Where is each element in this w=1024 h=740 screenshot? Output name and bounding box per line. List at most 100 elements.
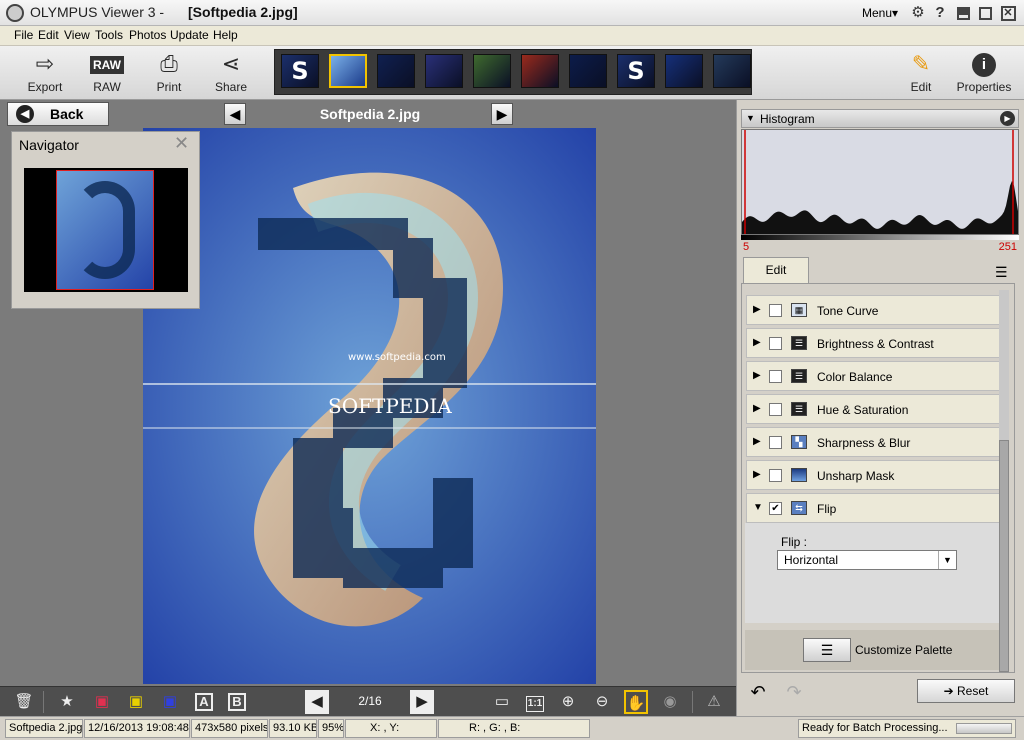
navigator-thumbnail[interactable] <box>24 168 188 292</box>
palette-scroll-thumb[interactable] <box>999 440 1009 672</box>
share-button[interactable]: ⋖ Share <box>206 48 256 98</box>
sharpness-checkbox[interactable] <box>769 436 782 449</box>
collapse-triangle-icon[interactable]: ▼ <box>753 502 763 513</box>
tag-blue-icon[interactable]: ▣ <box>158 690 182 714</box>
palette-row-brightness-contrast[interactable]: ▶ ☰ Brightness & Contrast <box>746 328 1000 358</box>
close-icon[interactable]: ✕ <box>998 3 1018 23</box>
next-page-button[interactable]: ▶ <box>410 690 434 714</box>
gear-icon[interactable]: ⚙ <box>908 3 928 23</box>
expand-triangle-icon[interactable]: ▶ <box>753 469 761 480</box>
expand-triangle-icon[interactable]: ▶ <box>753 337 761 348</box>
navigator-preview-shape <box>75 181 135 279</box>
menu-update[interactable]: Update <box>170 28 209 42</box>
next-image-button[interactable]: ▶ <box>491 103 513 125</box>
help-icon[interactable]: ? <box>930 3 950 23</box>
separator <box>43 691 44 713</box>
tone-curve-icon: ▦ <box>791 303 807 317</box>
menu-view[interactable]: View <box>64 28 90 42</box>
thumbnail-6[interactable] <box>521 54 559 88</box>
hue-icon: ☰ <box>791 402 807 416</box>
palette-row-hue-saturation[interactable]: ▶ ☰ Hue & Saturation <box>746 394 1000 424</box>
image-title: Softpedia 2.jpg <box>319 106 421 122</box>
tab-edit[interactable]: Edit <box>743 257 809 283</box>
menu-help[interactable]: Help <box>213 28 238 42</box>
status-coords: X: , Y: <box>345 719 437 738</box>
warning-icon[interactable]: ⚠ <box>702 690 726 714</box>
raw-button[interactable]: RAW RAW <box>82 48 132 98</box>
properties-button[interactable]: i Properties <box>954 48 1014 98</box>
expand-triangle-icon[interactable]: ▶ <box>753 370 761 381</box>
thumbnail-4[interactable] <box>425 54 463 88</box>
thumbnail-5[interactable] <box>473 54 511 88</box>
thumbnail-2[interactable] <box>329 54 367 88</box>
palette-row-sharpness-blur[interactable]: ▶ ▚ Sharpness & Blur <box>746 427 1000 457</box>
thumbnail-7[interactable] <box>569 54 607 88</box>
hand-tool-icon[interactable]: ✋ <box>624 690 648 714</box>
menu-file[interactable]: File <box>14 28 33 42</box>
collapse-triangle-icon[interactable]: ▼ <box>746 113 755 123</box>
zoom-in-icon[interactable]: ⊕ <box>556 690 580 714</box>
palette-row-unsharp-mask[interactable]: ▶ Unsharp Mask <box>746 460 1000 490</box>
navigator-viewport[interactable] <box>56 170 154 290</box>
status-bar: Softpedia 2.jpg 12/16/2013 19:08:48 473x… <box>0 716 1024 740</box>
thumbnail-10[interactable] <box>713 54 751 88</box>
previous-image-button[interactable]: ◀ <box>224 103 246 125</box>
palette-row-flip[interactable]: ▼ ✔ ⇆ Flip <box>746 493 1000 523</box>
palette-row-color-balance[interactable]: ▶ ☰ Color Balance <box>746 361 1000 391</box>
expand-triangle-icon[interactable]: ▶ <box>753 304 761 315</box>
reset-button[interactable]: ➔ Reset <box>917 679 1015 703</box>
bottom-toolbar: 🗑 ★ ▣ ▣ ▣ A B ◀ 2/16 ▶ ▭ 1:1 ⊕ ⊖ ✋ ◉ ⚠ <box>0 686 736 716</box>
print-button[interactable]: ⎙ Print <box>144 48 194 98</box>
menu-edit[interactable]: Edit <box>38 28 59 42</box>
eye-icon[interactable]: ◉ <box>658 690 682 714</box>
photo-url-text: www.softpedia.com <box>348 352 446 363</box>
trash-icon[interactable]: 🗑 <box>12 690 36 714</box>
export-button[interactable]: ⇨ Export <box>18 48 72 98</box>
play-icon[interactable]: ▶ <box>1000 111 1015 126</box>
previous-page-button[interactable]: ◀ <box>305 690 329 714</box>
navigator-close-icon[interactable]: ✕ <box>174 133 189 154</box>
back-arrow-icon: ◀ <box>16 105 34 123</box>
text-b-icon[interactable]: B <box>225 690 249 714</box>
text-a-icon[interactable]: A <box>192 690 216 714</box>
main-photo[interactable]: SOFTPEDIA www.softpedia.com <box>143 128 596 684</box>
color-balance-checkbox[interactable] <box>769 370 782 383</box>
flip-checkbox[interactable]: ✔ <box>769 502 782 515</box>
minimize-icon[interactable] <box>953 3 973 23</box>
fit-screen-icon[interactable]: ▭ <box>490 690 514 714</box>
status-filename: Softpedia 2.jpg <box>5 719 83 738</box>
thumbnail-3[interactable] <box>377 54 415 88</box>
expand-triangle-icon[interactable]: ▶ <box>753 403 761 414</box>
actual-size-icon[interactable]: 1:1 <box>523 690 547 714</box>
thumbnail-9[interactable] <box>665 54 703 88</box>
edit-button[interactable]: ✎ Edit <box>896 48 946 98</box>
tone-curve-checkbox[interactable] <box>769 304 782 317</box>
menu-photos[interactable]: Photos <box>129 28 166 42</box>
histogram-header[interactable]: ▼ Histogram ▶ <box>741 109 1019 128</box>
star-icon[interactable]: ★ <box>55 690 79 714</box>
expand-triangle-icon[interactable]: ▶ <box>753 436 761 447</box>
status-message: Ready for Batch Processing... <box>798 719 1016 738</box>
status-datetime: 12/16/2013 19:08:48 <box>84 719 190 738</box>
thumbnail-8[interactable]: S <box>617 54 655 88</box>
tag-yellow-icon[interactable]: ▣ <box>124 690 148 714</box>
menu-button[interactable]: Menu▾ <box>862 6 898 20</box>
hue-checkbox[interactable] <box>769 403 782 416</box>
redo-icon[interactable]: ↷ <box>783 681 805 703</box>
dropdown-arrow-icon[interactable]: ▼ <box>938 551 956 569</box>
tag-red-icon[interactable]: ▣ <box>90 690 114 714</box>
menu-tools[interactable]: Tools <box>95 28 123 42</box>
undo-icon[interactable]: ↶ <box>747 681 769 703</box>
app-name: OLYMPUS Viewer 3 - <box>30 4 165 20</box>
palette-row-tone-curve[interactable]: ▶ ▦ Tone Curve <box>746 295 1000 325</box>
thumbnail-1[interactable]: S <box>281 54 319 88</box>
palette-menu-icon[interactable]: ☰ <box>995 264 1008 281</box>
unsharp-checkbox[interactable] <box>769 469 782 482</box>
customize-palette-button[interactable]: ☰ <box>803 638 851 662</box>
zoom-out-icon[interactable]: ⊖ <box>590 690 614 714</box>
brightness-checkbox[interactable] <box>769 337 782 350</box>
menu-bar: File Edit View Tools Photos Update Help <box>0 26 1024 46</box>
back-button[interactable]: ◀ Back <box>7 102 109 126</box>
flip-select[interactable]: Horizontal ▼ <box>777 550 957 570</box>
maximize-icon[interactable] <box>975 3 995 23</box>
